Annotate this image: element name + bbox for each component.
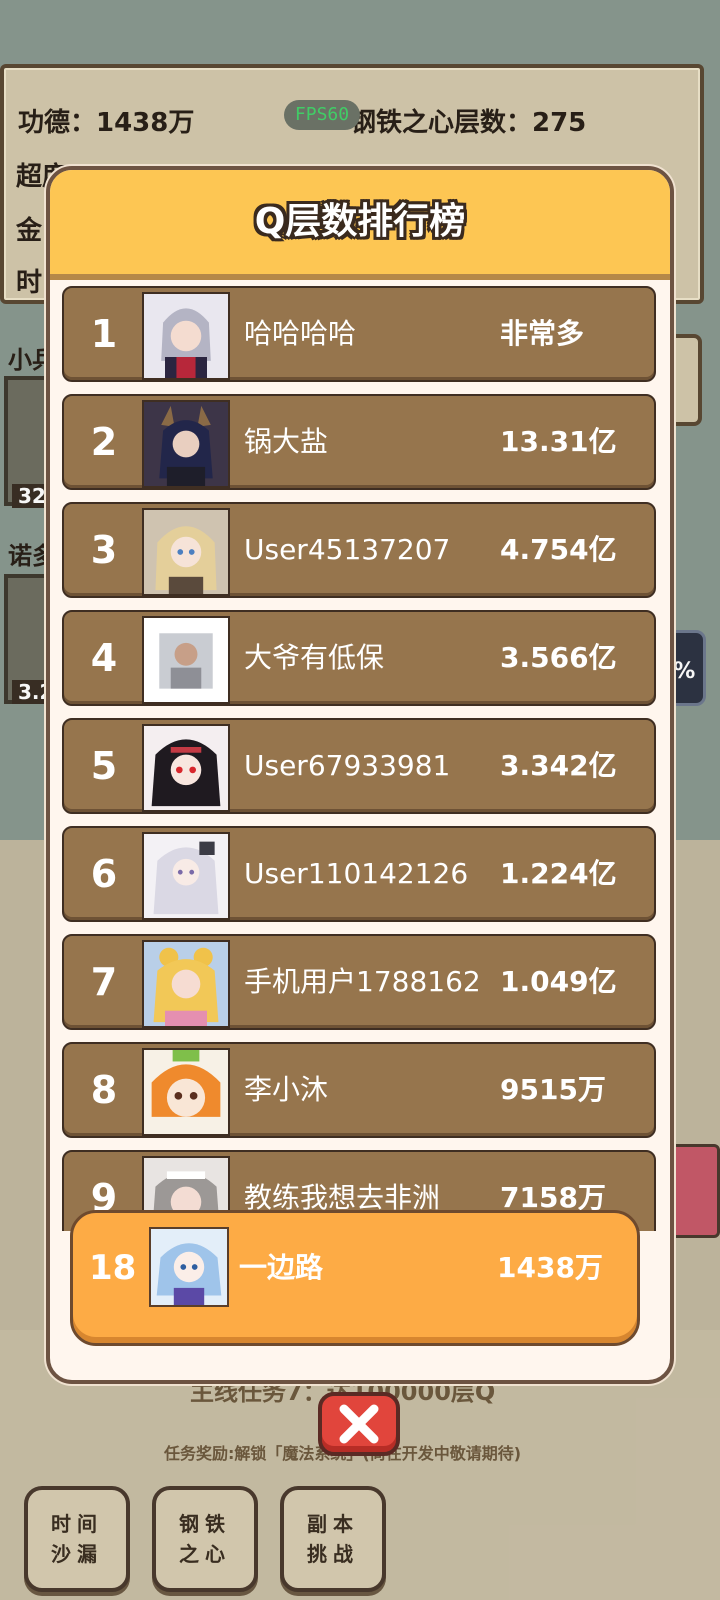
row-score: 3.566亿: [500, 641, 617, 674]
row-score: 1.049亿: [500, 965, 617, 998]
row-score: 3.342亿: [500, 749, 617, 782]
row-player-name: 哈哈哈哈: [244, 317, 357, 350]
chibi-blue-hair-avatar[interactable]: [149, 1227, 229, 1307]
leaderboard-row[interactable]: 2 锅大盐 13.31亿: [62, 394, 656, 490]
row-rank: 2: [90, 420, 118, 464]
leaderboard-row[interactable]: 6 User110142126 1.224亿: [62, 826, 656, 922]
row-rank: 3: [90, 528, 118, 572]
my-score: 1438万: [497, 1251, 603, 1284]
row-score: 9515万: [500, 1073, 606, 1106]
row-score: 1.224亿: [500, 857, 617, 890]
row-player-name: User67933981: [244, 749, 451, 782]
close-button[interactable]: [318, 1392, 400, 1456]
leaderboard-row[interactable]: 7 手机用户1788162 1.049亿: [62, 934, 656, 1030]
old-man-photo-avatar[interactable]: [142, 616, 230, 704]
row-rank: 8: [90, 1068, 118, 1112]
row-rank: 7: [90, 960, 118, 1004]
close-icon: [339, 1404, 379, 1444]
row-rank: 1: [90, 312, 118, 356]
row-player-name: 手机用户1788162: [244, 965, 481, 998]
row-rank: 4: [90, 636, 118, 680]
row-rank: 5: [90, 744, 118, 788]
blonde-girl-avatar[interactable]: [142, 508, 230, 596]
leaderboard-row[interactable]: 5 User67933981 3.342亿: [62, 718, 656, 814]
leaderboard-title: Q层数排行榜: [254, 201, 466, 242]
leaderboard-list[interactable]: 1 哈哈哈哈 非常多 2 锅大盐 13.31亿 3 User45137207 4…: [62, 286, 656, 1231]
row-player-name: 锅大盐: [244, 425, 329, 458]
leaderboard-row[interactable]: 1 哈哈哈哈 非常多: [62, 286, 656, 382]
row-score: 13.31亿: [500, 425, 617, 458]
row-player-name: 大爷有低保: [244, 641, 385, 674]
white-hair-girl-avatar[interactable]: [142, 832, 230, 920]
leaderboard-row[interactable]: 4 大爷有低保 3.566亿: [62, 610, 656, 706]
row-score: 非常多: [500, 317, 585, 350]
row-rank: 6: [90, 852, 118, 896]
my-rank: 18: [89, 1248, 137, 1288]
row-player-name: User110142126: [244, 857, 469, 890]
my-rank-row[interactable]: 18 一边路 1438万: [70, 1210, 640, 1346]
sailor-moon-avatar[interactable]: [142, 940, 230, 1028]
silver-hair-girl-avatar[interactable]: [142, 292, 230, 380]
leaderboard-row[interactable]: 8 李小沐 9515万: [62, 1042, 656, 1138]
leaderboard-modal: Q层数排行榜 1 哈哈哈哈 非常多 2 锅大盐 13.31亿 3 User451…: [46, 166, 674, 1384]
row-player-name: User45137207: [244, 533, 451, 566]
row-score: 4.754亿: [500, 533, 617, 566]
hamster-hood-girl-avatar[interactable]: [142, 1048, 230, 1136]
row-player-name: 李小沐: [244, 1073, 329, 1106]
leaderboard-row[interactable]: 3 User45137207 4.754亿: [62, 502, 656, 598]
dark-hair-horned-girl-avatar[interactable]: [142, 400, 230, 488]
black-hair-red-eyes-avatar[interactable]: [142, 724, 230, 812]
my-player-name: 一边路: [239, 1251, 324, 1284]
